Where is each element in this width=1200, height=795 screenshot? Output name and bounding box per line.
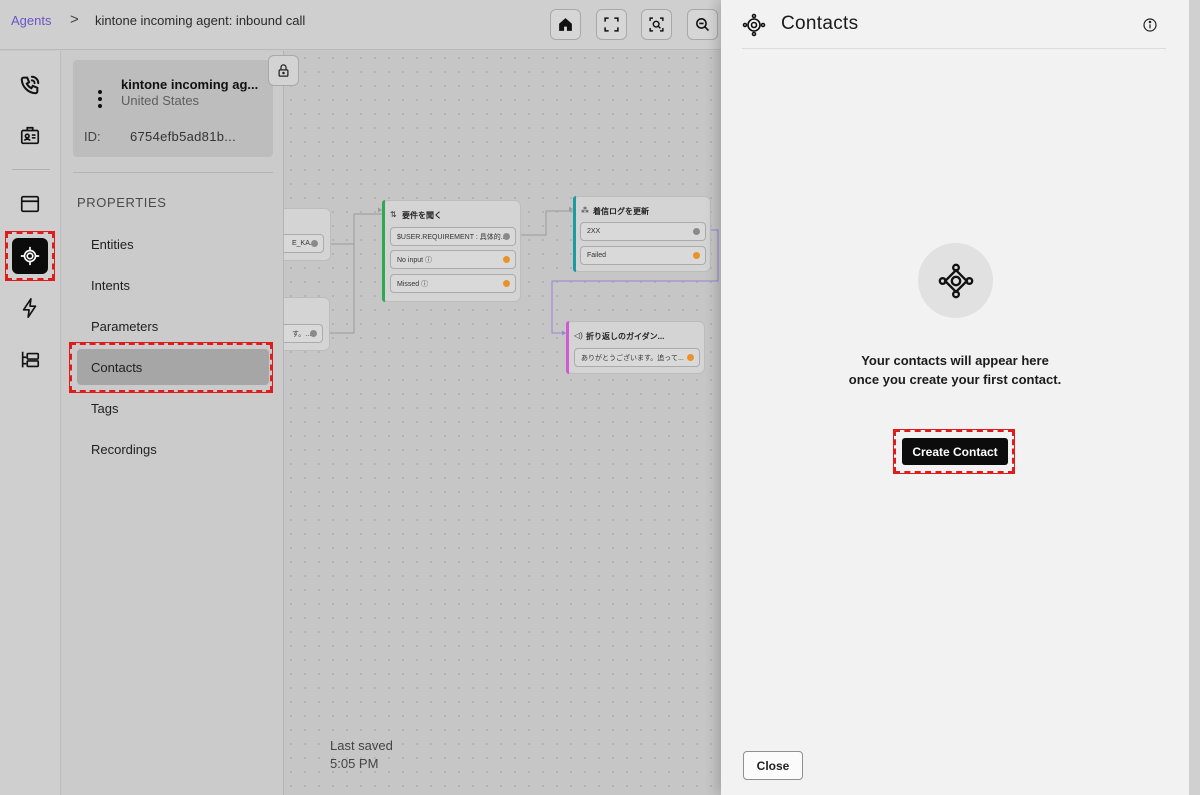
left-rail bbox=[0, 51, 61, 795]
node-pill[interactable]: $USER.REQUIREMENT : 具体的... bbox=[390, 227, 516, 246]
breadcrumb-agents-link[interactable]: Agents bbox=[11, 13, 51, 28]
drawer-title: Contacts bbox=[781, 13, 859, 34]
node-pill[interactable]: Missed ⓘ bbox=[390, 274, 516, 293]
node-title: 折り返しのガイダン... bbox=[586, 332, 665, 341]
agent-country: United States bbox=[121, 93, 200, 108]
agent-id-label: ID: bbox=[84, 129, 101, 144]
node-title: 要件を聞く bbox=[402, 211, 442, 220]
right-edge-strip bbox=[1189, 0, 1200, 795]
node-pill[interactable]: No input ⓘ bbox=[390, 250, 516, 269]
node-pill[interactable]: Failed bbox=[580, 246, 706, 265]
top-bar: Agents > kintone incoming agent: inbound… bbox=[0, 0, 721, 50]
flow-connectors bbox=[326, 206, 719, 336]
rail-tree-button[interactable] bbox=[12, 342, 48, 378]
zoom-out-icon bbox=[696, 18, 710, 32]
lock-icon bbox=[278, 64, 289, 77]
last-saved-status: Last saved 5:05 PM bbox=[330, 737, 393, 773]
transfer-icon: ⇅ bbox=[390, 210, 397, 219]
home-button[interactable] bbox=[550, 9, 581, 40]
home-icon bbox=[559, 18, 572, 31]
node-pill[interactable]: E_KA... bbox=[284, 234, 324, 253]
rail-window-button[interactable] bbox=[12, 186, 48, 222]
agent-name: kintone incoming ag... bbox=[121, 77, 259, 92]
node-pill[interactable]: ありがとうございます。追って... bbox=[574, 348, 700, 367]
rail-actions-button[interactable] bbox=[12, 290, 48, 326]
fullscreen-button[interactable] bbox=[596, 9, 627, 40]
rail-calls-button[interactable] bbox=[12, 67, 48, 103]
contacts-drawer: Contacts Your contacts will appear here … bbox=[721, 0, 1189, 795]
breadcrumb-separator: > bbox=[70, 11, 79, 28]
property-entities[interactable]: Entities bbox=[77, 226, 269, 262]
node-pill[interactable]: 2XX bbox=[580, 222, 706, 241]
last-saved-time: 5:05 PM bbox=[330, 756, 379, 771]
flow-node-callback-guidance[interactable]: ◁) 折り返しのガイダン... ありがとうございます。追って... bbox=[566, 321, 705, 374]
focus-search-icon bbox=[649, 17, 664, 32]
property-parameters[interactable]: Parameters bbox=[77, 308, 269, 344]
fullscreen-icon bbox=[604, 17, 619, 32]
rail-contacts-card-button[interactable] bbox=[12, 118, 48, 154]
node-accent bbox=[573, 196, 576, 272]
panel-divider bbox=[73, 172, 273, 173]
properties-heading: PROPERTIES bbox=[77, 195, 167, 210]
flow-canvas[interactable]: E_KA... す。... ⇅ 要件を聞く $USER.REQUIREMENT … bbox=[284, 51, 721, 795]
agent-id-value: 6754efb5ad81b... bbox=[130, 129, 237, 144]
cluster-icon: ⁂ bbox=[581, 206, 589, 215]
property-recordings[interactable]: Recordings bbox=[77, 431, 269, 467]
flow-node-partial-b[interactable]: す。... bbox=[284, 297, 330, 351]
flow-node-update-log[interactable]: ⁂ 着信ログを更新 2XX Failed bbox=[573, 196, 711, 272]
node-title: 着信ログを更新 bbox=[593, 207, 649, 216]
property-contacts[interactable]: Contacts bbox=[77, 349, 269, 385]
empty-state-illustration bbox=[918, 243, 993, 318]
flow-node-ask-requirement[interactable]: ⇅ 要件を聞く $USER.REQUIREMENT : 具体的... No in… bbox=[382, 200, 521, 302]
more-options-icon[interactable] bbox=[97, 90, 103, 111]
properties-panel: kintone incoming ag... United States ID:… bbox=[62, 51, 284, 795]
empty-state-message: Your contacts will appear here once you … bbox=[848, 353, 1062, 387]
properties-network-icon bbox=[938, 263, 973, 298]
phone-call-icon bbox=[20, 75, 40, 95]
node-accent bbox=[382, 200, 385, 302]
lightning-icon bbox=[22, 298, 37, 318]
zoom-out-button[interactable] bbox=[687, 9, 718, 40]
lock-button[interactable] bbox=[268, 55, 299, 86]
speaker-icon: ◁) bbox=[574, 331, 583, 340]
window-icon bbox=[20, 195, 40, 213]
properties-network-icon bbox=[20, 246, 40, 266]
rail-properties-button[interactable] bbox=[12, 238, 48, 274]
property-tags[interactable]: Tags bbox=[77, 390, 269, 426]
rail-divider bbox=[12, 169, 50, 170]
close-button[interactable]: Close bbox=[743, 751, 803, 780]
create-contact-button[interactable]: Create Contact bbox=[902, 438, 1008, 465]
info-icon[interactable] bbox=[1142, 17, 1158, 33]
breadcrumb-current: kintone incoming agent: inbound call bbox=[95, 13, 306, 28]
last-saved-label: Last saved bbox=[330, 738, 393, 753]
flow-node-partial-a[interactable]: E_KA... bbox=[284, 208, 331, 261]
contact-card-icon bbox=[20, 126, 40, 145]
node-pill[interactable]: す。... bbox=[284, 324, 323, 343]
drawer-divider bbox=[742, 48, 1166, 49]
property-intents[interactable]: Intents bbox=[77, 267, 269, 303]
properties-network-icon bbox=[742, 13, 766, 37]
tree-list-icon bbox=[21, 351, 40, 368]
focus-search-button[interactable] bbox=[641, 9, 672, 40]
agent-card: kintone incoming ag... United States ID:… bbox=[73, 60, 273, 157]
node-accent bbox=[566, 321, 569, 374]
